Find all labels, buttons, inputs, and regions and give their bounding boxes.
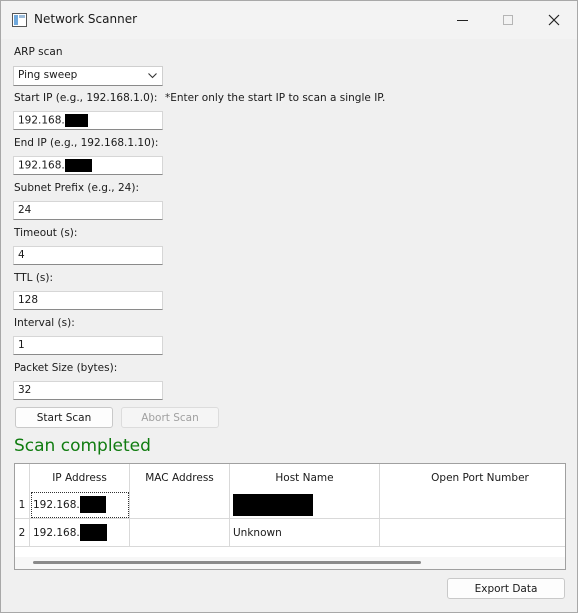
- interval-label: Interval (s):: [14, 317, 75, 329]
- timeout-field[interactable]: 4: [13, 246, 163, 265]
- table-cell-ip[interactable]: 192.168.: [30, 491, 130, 519]
- scan-status: Scan completed: [14, 436, 151, 456]
- column-header-host[interactable]: Host Name: [230, 464, 380, 491]
- column-header-ip[interactable]: IP Address: [30, 464, 130, 491]
- redacted-block: [79, 524, 107, 541]
- close-button[interactable]: [531, 1, 577, 39]
- scan-type-value: Ping sweep: [18, 69, 78, 81]
- scan-type-dropdown[interactable]: Ping sweep: [13, 66, 163, 86]
- main-window: Network Scanner ARP scan Ping sweep Star…: [0, 0, 578, 613]
- maximize-button[interactable]: [485, 1, 531, 39]
- export-data-button[interactable]: Export Data: [447, 578, 565, 599]
- horizontal-scrollbar[interactable]: [15, 557, 565, 569]
- minimize-button[interactable]: [439, 1, 485, 39]
- ttl-field[interactable]: 128: [13, 291, 163, 310]
- ip-value: 192.168.: [33, 498, 80, 511]
- interval-field[interactable]: 1: [13, 336, 163, 355]
- table-cell-ports[interactable]: [380, 519, 565, 547]
- end-ip-field[interactable]: 192.168.: [13, 156, 163, 175]
- timeout-label: Timeout (s):: [14, 227, 78, 239]
- table-cell-mac[interactable]: [130, 491, 230, 519]
- subnet-prefix-field[interactable]: 24: [13, 201, 163, 220]
- ip-value: 192.168.: [33, 526, 80, 539]
- chevron-down-icon: [148, 73, 157, 79]
- column-header-mac[interactable]: MAC Address: [130, 464, 230, 491]
- end-ip-value: 192.168.: [18, 159, 65, 172]
- scrollbar-thumb[interactable]: [33, 561, 421, 564]
- abort-scan-button[interactable]: Abort Scan: [121, 407, 219, 428]
- start-ip-label: Start IP (e.g., 192.168.1.0):: [14, 92, 158, 104]
- window-title: Network Scanner: [34, 12, 138, 26]
- redacted-block: [79, 496, 106, 513]
- app-window-icon: [12, 13, 27, 27]
- minimize-icon: [456, 19, 468, 21]
- subnet-prefix-label: Subnet Prefix (e.g., 24):: [14, 182, 139, 194]
- maximize-icon: [503, 15, 513, 25]
- scan-type-label: ARP scan: [14, 46, 63, 58]
- packet-size-field[interactable]: 32: [13, 381, 163, 400]
- row-header[interactable]: 2: [15, 519, 30, 547]
- ttl-label: TTL (s):: [14, 272, 54, 284]
- packet-size-label: Packet Size (bytes):: [14, 362, 118, 374]
- redacted-block: [64, 114, 88, 127]
- table-cell-host[interactable]: Unknown: [230, 519, 380, 547]
- redacted-block: [64, 159, 92, 172]
- start-scan-button[interactable]: Start Scan: [15, 407, 113, 428]
- end-ip-label: End IP (e.g., 192.168.1.10):: [14, 137, 159, 149]
- results-table[interactable]: IP Address MAC Address Host Name Open Po…: [14, 463, 566, 570]
- row-header[interactable]: 1: [15, 491, 30, 519]
- start-ip-value: 192.168.: [18, 114, 65, 127]
- column-header-ports[interactable]: Open Port Number: [380, 464, 565, 491]
- table-cell-ip[interactable]: 192.168.: [30, 519, 130, 547]
- start-ip-field[interactable]: 192.168.: [13, 111, 163, 130]
- table-cell-ports[interactable]: [380, 491, 565, 519]
- table-cell-mac[interactable]: [130, 519, 230, 547]
- redacted-block: [233, 493, 313, 516]
- close-icon: [548, 14, 560, 26]
- table-corner: [15, 464, 30, 491]
- table-cell-host[interactable]: [230, 491, 380, 519]
- single-ip-note: *Enter only the start IP to scan a singl…: [165, 92, 386, 104]
- title-bar: Network Scanner: [1, 1, 577, 39]
